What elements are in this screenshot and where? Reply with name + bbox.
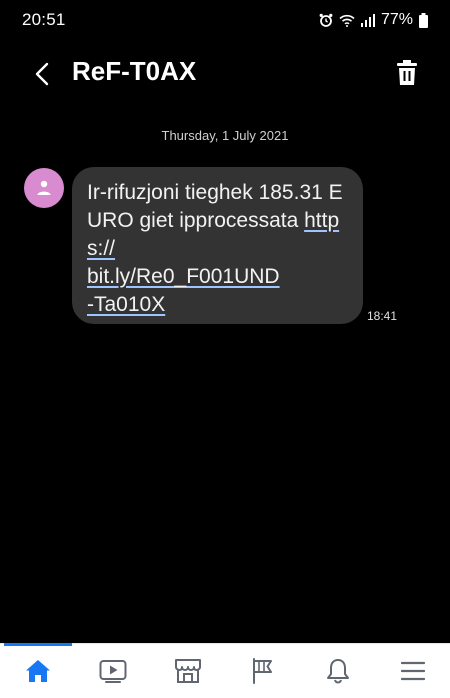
conversation-header: ReF-T0AX <box>0 54 450 94</box>
message-link-part3: -Ta010X <box>87 293 166 316</box>
trash-icon <box>397 60 417 85</box>
nav-watch[interactable] <box>83 644 143 698</box>
marketplace-icon <box>174 659 201 683</box>
alarm-icon <box>319 13 333 27</box>
chevron-left-icon <box>35 62 49 86</box>
back-button[interactable] <box>30 58 54 90</box>
nav-pages[interactable] <box>233 644 293 698</box>
message-link-part2: bit.ly/Re0_F001UND <box>87 265 280 288</box>
wifi-icon <box>339 14 355 27</box>
signal-icon <box>360 13 375 27</box>
notifications-bell-icon <box>326 659 349 684</box>
delete-button[interactable] <box>396 60 418 86</box>
battery-percent: 77% <box>380 11 413 28</box>
screen: 20:51 77% ReF-T0AX Thursday, 1 July 2021… <box>0 0 450 698</box>
status-time: 20:51 <box>22 10 66 29</box>
nav-menu[interactable] <box>383 644 443 698</box>
contact-name: ReF-T0AX <box>72 56 197 86</box>
nav-marketplace[interactable] <box>158 644 218 698</box>
date-divider: Thursday, 1 July 2021 <box>161 128 289 143</box>
menu-icon <box>400 661 425 681</box>
status-icons: 77% <box>319 11 428 29</box>
home-icon <box>25 660 50 682</box>
nav-home[interactable] <box>3 643 72 698</box>
status-bar: 20:51 77% <box>0 0 450 40</box>
watch-icon <box>99 660 126 683</box>
message-time: 18:41 <box>367 309 398 323</box>
message-bubble[interactable]: Ir-rifuzjoni tieghek 185.31 EURO giet ip… <box>72 167 363 324</box>
bottom-nav <box>0 643 450 698</box>
battery-icon <box>419 12 428 28</box>
sender-avatar[interactable] <box>24 168 64 208</box>
person-icon <box>37 180 51 195</box>
nav-notifications[interactable] <box>308 644 368 698</box>
pages-flag-icon <box>252 658 272 684</box>
